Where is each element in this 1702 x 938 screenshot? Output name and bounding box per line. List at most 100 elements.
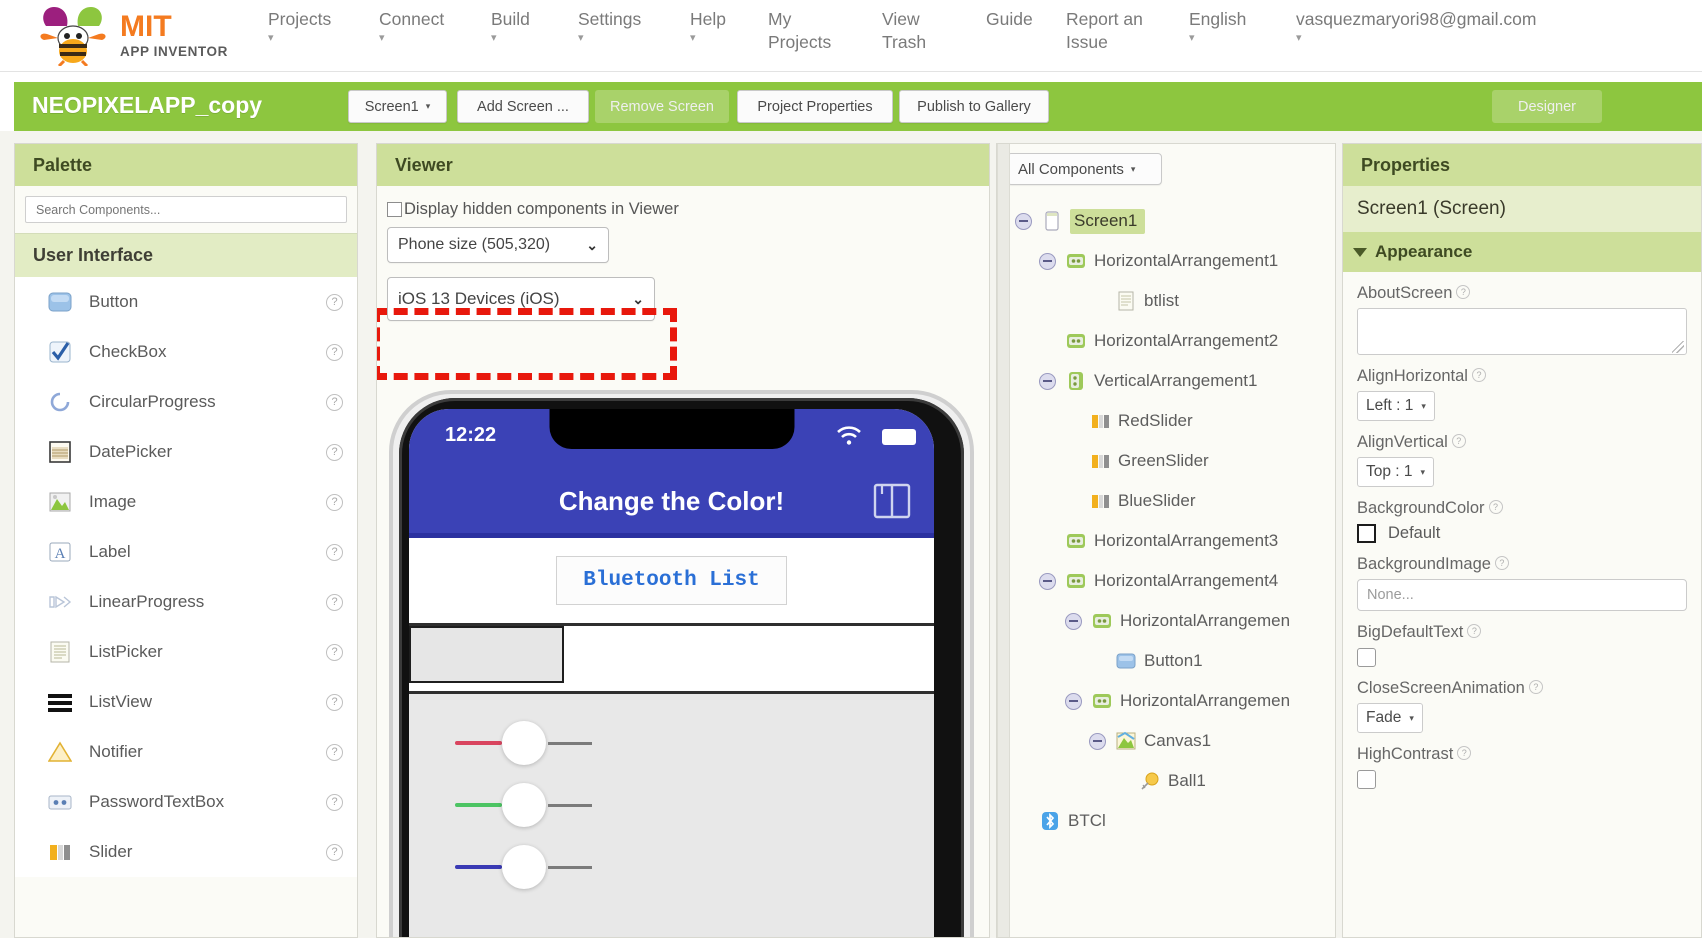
collapse-toggle-icon[interactable]: [1065, 692, 1082, 710]
empty-arrangement-box[interactable]: [409, 626, 564, 683]
help-icon[interactable]: ?: [326, 493, 343, 511]
display-hidden-components-row[interactable]: Display hidden components in Viewer: [387, 200, 989, 219]
tree-node-button1[interactable]: Button1: [997, 641, 1335, 681]
display-hidden-components-checkbox[interactable]: [387, 202, 402, 217]
publish-to-gallery-button[interactable]: Publish to Gallery: [899, 90, 1049, 123]
help-icon[interactable]: ?: [326, 643, 343, 661]
help-icon[interactable]: ?: [1494, 556, 1509, 570]
properties-section-appearance[interactable]: Appearance: [1343, 232, 1701, 272]
palette-item-notifier[interactable]: Notifier ?: [15, 727, 357, 777]
nav-report-issue[interactable]: Report an Issue: [1066, 8, 1143, 54]
collapse-toggle-icon[interactable]: [1015, 212, 1032, 230]
tree-node-horizontalarrangement-nested-2[interactable]: HorizontalArrangemen: [997, 681, 1335, 721]
palette-item-listview[interactable]: ListView ?: [15, 677, 357, 727]
nav-user-account[interactable]: vasquezmaryori98@gmail.com ▾: [1296, 8, 1537, 44]
backgroundcolor-swatch-row[interactable]: Default: [1357, 524, 1687, 543]
palette-item-slider[interactable]: Slider ?: [15, 827, 357, 877]
collapse-toggle-icon[interactable]: [1039, 372, 1056, 390]
help-icon[interactable]: ?: [326, 743, 343, 761]
collapse-toggle-icon[interactable]: [1039, 252, 1056, 270]
screen-selector-dropdown[interactable]: Screen1 ▾: [348, 90, 447, 123]
help-icon[interactable]: ?: [1528, 680, 1543, 694]
all-components-filter-dropdown[interactable]: All Components ▾: [1007, 153, 1162, 185]
help-icon[interactable]: ?: [1467, 624, 1482, 638]
blue-slider-row[interactable]: [409, 836, 934, 898]
palette-item-passwordtextbox[interactable]: PasswordTextBox ?: [15, 777, 357, 827]
help-icon[interactable]: ?: [1471, 368, 1486, 382]
horizontal-arrangement-2[interactable]: [409, 626, 934, 694]
closescreenanimation-dropdown[interactable]: Fade ▾: [1357, 703, 1423, 733]
resize-grip-icon[interactable]: [1672, 341, 1684, 353]
btlist-picker-button[interactable]: Bluetooth List: [556, 556, 787, 605]
help-icon[interactable]: ?: [326, 543, 343, 561]
collapse-toggle-icon[interactable]: [1089, 732, 1106, 750]
palette-item-image[interactable]: Image ?: [15, 477, 357, 527]
tree-node-redslider[interactable]: RedSlider: [997, 401, 1335, 441]
tree-node-btlist[interactable]: btlist: [997, 281, 1335, 321]
tree-node-screen1[interactable]: Screen1: [997, 201, 1335, 241]
tree-node-greenslider[interactable]: GreenSlider: [997, 441, 1335, 481]
help-icon[interactable]: ?: [326, 443, 343, 461]
nav-view-trash[interactable]: View Trash: [882, 8, 926, 54]
alignvertical-dropdown[interactable]: Top : 1 ▾: [1357, 457, 1435, 487]
help-icon[interactable]: ?: [1456, 285, 1471, 299]
tree-node-blueslider[interactable]: BlueSlider: [997, 481, 1335, 521]
help-icon[interactable]: ?: [326, 693, 343, 711]
add-screen-button[interactable]: Add Screen ...: [457, 90, 589, 123]
help-icon[interactable]: ?: [326, 593, 343, 611]
nav-settings[interactable]: Settings ▾: [578, 8, 641, 44]
help-icon[interactable]: ?: [326, 343, 343, 361]
search-input[interactable]: [34, 201, 338, 218]
device-preview-dropdown[interactable]: iOS 13 Devices (iOS) ⌄: [387, 277, 655, 321]
help-icon[interactable]: ?: [1488, 500, 1503, 514]
palette-item-button[interactable]: Button ?: [15, 277, 357, 327]
palette-item-datepicker[interactable]: DatePicker ?: [15, 427, 357, 477]
collapse-toggle-icon[interactable]: [1065, 612, 1082, 630]
palette-item-listpicker[interactable]: ListPicker ?: [15, 627, 357, 677]
tree-node-ball1[interactable]: Ball1: [997, 761, 1335, 801]
bigdefaulttext-checkbox[interactable]: [1357, 648, 1376, 667]
palette-category-user-interface[interactable]: User Interface: [15, 233, 357, 277]
nav-language[interactable]: English ▾: [1189, 8, 1246, 44]
nav-build[interactable]: Build ▾: [491, 8, 530, 44]
nav-guide[interactable]: Guide: [986, 8, 1033, 31]
designer-toggle-button[interactable]: Designer: [1492, 90, 1602, 123]
project-properties-button[interactable]: Project Properties: [737, 90, 893, 123]
blue-slider-thumb[interactable]: [502, 845, 546, 889]
palette-item-circularprogress[interactable]: CircularProgress ?: [15, 377, 357, 427]
green-slider-row[interactable]: [409, 774, 934, 836]
alignhorizontal-dropdown[interactable]: Left : 1 ▾: [1357, 391, 1435, 421]
nav-projects[interactable]: Projects ▾: [268, 8, 331, 44]
help-icon[interactable]: ?: [326, 293, 343, 311]
palette-item-checkbox[interactable]: CheckBox ?: [15, 327, 357, 377]
tree-node-horizontalarrangement1[interactable]: HorizontalArrangement1: [997, 241, 1335, 281]
nav-connect[interactable]: Connect ▾: [379, 8, 444, 44]
search-components-box[interactable]: [25, 196, 347, 223]
vertical-arrangement-1[interactable]: [409, 694, 934, 937]
tree-node-canvas1[interactable]: Canvas1: [997, 721, 1335, 761]
palette-item-linearprogress[interactable]: LinearProgress ?: [15, 577, 357, 627]
help-icon[interactable]: ?: [326, 843, 343, 861]
tree-node-horizontalarrangement2[interactable]: HorizontalArrangement2: [997, 321, 1335, 361]
help-icon[interactable]: ?: [1457, 746, 1472, 760]
red-slider-row[interactable]: [409, 712, 934, 774]
color-swatch[interactable]: [1357, 524, 1376, 543]
tree-node-verticalarrangement1[interactable]: VerticalArrangement1: [997, 361, 1335, 401]
tree-node-horizontalarrangement3[interactable]: HorizontalArrangement3: [997, 521, 1335, 561]
highcontrast-checkbox[interactable]: [1357, 770, 1376, 789]
tree-node-btcl[interactable]: BTCl: [997, 801, 1335, 841]
help-icon[interactable]: ?: [326, 793, 343, 811]
help-icon[interactable]: ?: [326, 393, 343, 411]
red-slider-thumb[interactable]: [502, 721, 546, 765]
tree-node-horizontalarrangement-nested-1[interactable]: HorizontalArrangemen: [997, 601, 1335, 641]
palette-item-label[interactable]: A Label ?: [15, 527, 357, 577]
horizontal-arrangement-1[interactable]: Bluetooth List: [409, 538, 934, 626]
mit-app-inventor-logo[interactable]: MIT APP INVENTOR: [38, 4, 228, 66]
help-icon[interactable]: ?: [1451, 434, 1466, 448]
backgroundimage-picker[interactable]: None...: [1357, 579, 1687, 611]
nav-help[interactable]: Help ▾: [690, 8, 726, 44]
aboutscreen-textarea[interactable]: [1357, 308, 1687, 355]
green-slider-thumb[interactable]: [502, 783, 546, 827]
phone-size-dropdown[interactable]: Phone size (505,320) ⌄: [387, 227, 609, 263]
tree-node-horizontalarrangement4[interactable]: HorizontalArrangement4: [997, 561, 1335, 601]
